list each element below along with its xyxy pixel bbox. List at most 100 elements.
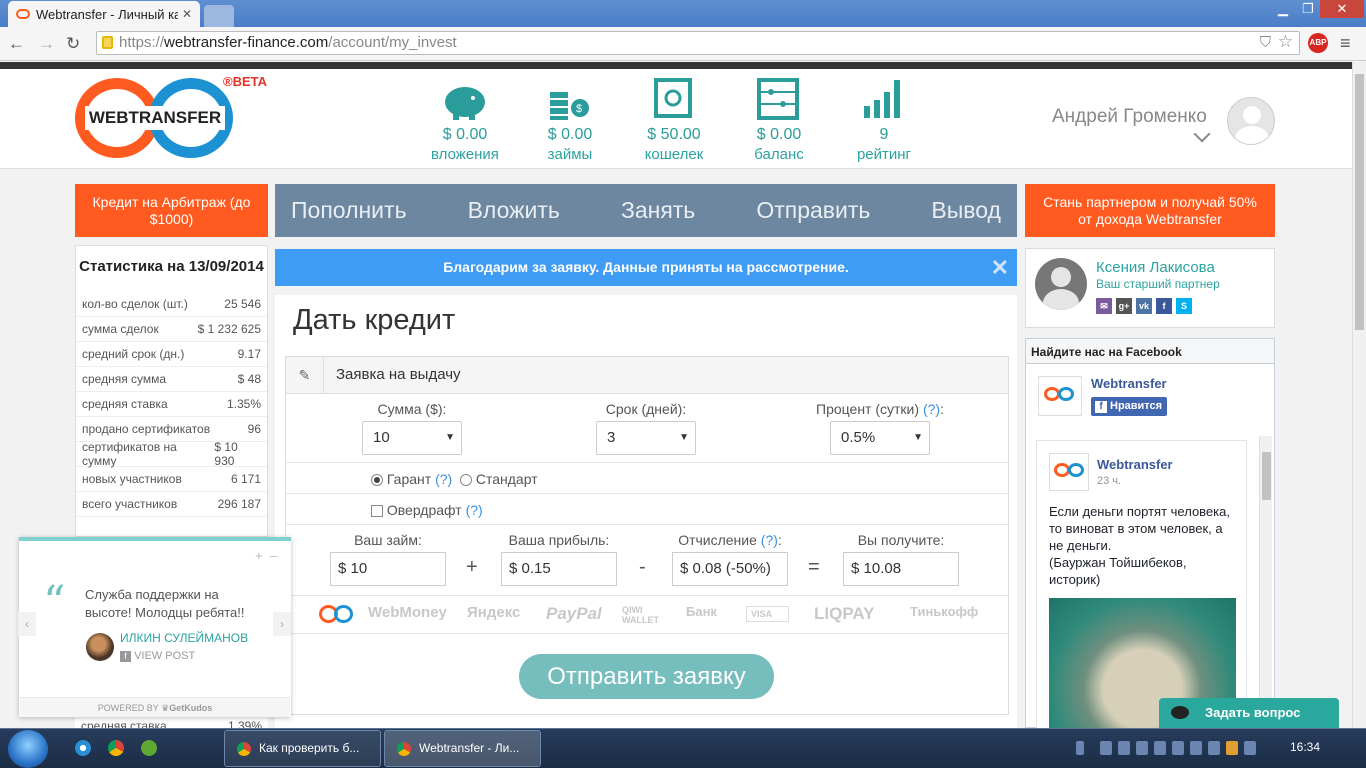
facebook-page-logo[interactable] — [1038, 376, 1082, 416]
user-avatar[interactable] — [1227, 97, 1275, 145]
tray-icon[interactable] — [1244, 741, 1256, 755]
skype-icon[interactable]: S — [1176, 298, 1192, 314]
media-player-icon[interactable] — [75, 740, 91, 756]
post-author[interactable]: Webtransfer — [1097, 457, 1173, 472]
tray-icon[interactable] — [1136, 741, 1148, 755]
facebook-like-button[interactable]: f Нравится — [1091, 397, 1167, 416]
utorrent-icon[interactable] — [141, 740, 157, 756]
nav-withdraw[interactable]: Вывод — [931, 197, 1001, 224]
minimize-icon[interactable]: – — [270, 548, 277, 563]
stat-balance[interactable]: $ 0.00 баланс — [729, 75, 829, 163]
menu-icon[interactable]: ≡ — [1340, 33, 1351, 54]
tray-icon[interactable] — [1172, 741, 1184, 755]
receive-input[interactable]: $ 10.08 — [843, 552, 959, 586]
tinkoff-icon[interactable]: Тинькофф — [910, 604, 978, 619]
start-button[interactable] — [8, 730, 48, 768]
partner-name[interactable]: Ксения Лакисова — [1096, 259, 1215, 276]
nav-send[interactable]: Отправить — [756, 197, 870, 224]
new-tab-button[interactable] — [204, 5, 234, 27]
yandex-icon[interactable]: Яндекс — [467, 604, 520, 621]
stat-rating[interactable]: 9 рейтинг — [834, 75, 934, 163]
bank-icon[interactable]: Банк — [686, 604, 717, 619]
close-window-button[interactable]: ✕ — [1320, 0, 1364, 18]
volume-icon[interactable] — [1208, 741, 1220, 755]
partner-promo-button[interactable]: Стань партнером и получай 50% от дохода … — [1025, 184, 1275, 237]
tray-icon[interactable] — [1154, 741, 1166, 755]
kudos-footer[interactable]: POWERED BY ♛GetKudos — [20, 697, 290, 717]
guarantee-option[interactable]: Гарант (?) Стандарт — [371, 471, 538, 487]
address-bar[interactable]: https://webtransfer-finance.com/account/… — [96, 31, 1300, 55]
tray-icon[interactable] — [1100, 741, 1112, 755]
ask-question-button[interactable]: Задать вопрос — [1159, 698, 1339, 728]
partner-avatar[interactable] — [1035, 258, 1087, 310]
bookmark-star-icon[interactable]: ☆ — [1278, 31, 1293, 53]
google-plus-icon[interactable]: g+ — [1116, 298, 1132, 314]
chrome-icon — [397, 742, 411, 756]
coins-icon: $ — [520, 75, 620, 120]
taskbar-clock[interactable]: 16:34 — [1290, 740, 1320, 754]
webmoney-icon[interactable]: WebMoney — [368, 604, 447, 621]
kudos-author-avatar[interactable] — [86, 633, 114, 661]
mail-icon[interactable]: ✉ — [1096, 298, 1112, 314]
overdraft-checkbox[interactable] — [371, 505, 383, 518]
facebook-page-name[interactable]: Webtransfer — [1091, 376, 1167, 391]
visa-mastercard-icon[interactable]: VISA — [746, 606, 790, 622]
taskbar-task-1[interactable]: Как проверить б... — [224, 730, 381, 767]
stat-wallet[interactable]: $ 50.00 кошелек — [624, 75, 724, 163]
webtransfer-payment-icon[interactable] — [319, 603, 353, 625]
vk-icon[interactable]: vk — [1136, 298, 1152, 314]
post-time[interactable]: 23 ч. — [1097, 475, 1121, 487]
arbitrage-credit-button[interactable]: Кредит на Арбитраж (до $1000) — [75, 184, 268, 237]
taskbar-task-2[interactable]: Webtransfer - Ли... — [384, 730, 541, 767]
tray-icon[interactable] — [1190, 741, 1202, 755]
divider — [286, 462, 1008, 463]
nav-invest[interactable]: Вложить — [468, 197, 560, 224]
nav-borrow[interactable]: Занять — [621, 197, 695, 224]
tray-icon[interactable] — [1076, 741, 1084, 755]
shield-icon[interactable]: ⛉ — [1260, 32, 1271, 54]
adblock-icon[interactable]: ABP — [1308, 33, 1328, 53]
fee-input[interactable]: $ 0.08 (-50%) — [672, 552, 788, 586]
facebook-scrollbar[interactable] — [1259, 436, 1272, 728]
nav-deposit[interactable]: Пополнить — [291, 197, 407, 224]
dropdown-arrow-icon: ▼ — [913, 432, 923, 443]
submit-request-button[interactable]: Отправить заявку — [519, 654, 774, 699]
tab-close-icon[interactable]: ✕ — [182, 7, 192, 21]
kudos-prev-arrow-icon[interactable]: ‹ — [18, 612, 36, 636]
facebook-icon[interactable]: f — [1156, 298, 1172, 314]
sum-select[interactable]: 10 ▼ — [362, 421, 462, 455]
minimize-button[interactable]: ▁ — [1270, 0, 1296, 18]
term-select[interactable]: 3 ▼ — [596, 421, 696, 455]
forward-icon[interactable]: → — [38, 34, 55, 54]
expand-icon[interactable]: + — [255, 548, 263, 563]
profit-input[interactable]: $ 0.15 — [501, 552, 617, 586]
standard-radio[interactable] — [459, 474, 472, 487]
maximize-button[interactable]: ❐ — [1296, 0, 1320, 18]
guarantee-radio[interactable] — [371, 474, 383, 487]
close-icon[interactable]: ✕ — [991, 249, 1009, 286]
loan-input[interactable]: $ 10 — [330, 552, 446, 586]
tab-webtransfer[interactable]: Webtransfer - Личный ка ✕ — [8, 1, 200, 27]
reload-icon[interactable]: ↻ — [66, 34, 80, 54]
help-link[interactable]: (?) — [923, 401, 940, 417]
kudos-author[interactable]: ИЛКИН СУЛЕЙМАНОВ — [120, 631, 248, 645]
stat-investments[interactable]: $ 0.00 вложения — [415, 75, 515, 163]
back-icon[interactable]: ← — [8, 34, 25, 54]
liqpay-icon[interactable]: LIQPAY — [814, 604, 874, 624]
webtransfer-favicon-icon — [16, 9, 30, 19]
chrome-icon[interactable] — [108, 740, 124, 756]
dropdown-arrow-icon: ▼ — [445, 432, 455, 443]
kudos-next-arrow-icon[interactable]: › — [273, 612, 291, 636]
overdraft-option[interactable]: Овердрафт (?) — [371, 502, 483, 518]
paypal-icon[interactable]: PayPal — [546, 604, 602, 624]
webtransfer-logo[interactable]: WEBTRANSFER ®BETA — [75, 74, 275, 160]
stat-loans[interactable]: $ $ 0.00 займы — [520, 75, 620, 163]
kudos-view-post[interactable]: f VIEW POST — [120, 650, 195, 662]
page-scrollbar[interactable] — [1352, 62, 1366, 728]
post-author-logo[interactable] — [1049, 453, 1089, 491]
percent-select[interactable]: 0.5% ▼ — [830, 421, 930, 455]
qiwi-icon[interactable]: QIWI WALLET — [622, 605, 670, 625]
user-name[interactable]: Андрей Громенко — [1052, 106, 1207, 128]
tray-icon[interactable] — [1226, 741, 1238, 755]
tray-icon[interactable] — [1118, 741, 1130, 755]
